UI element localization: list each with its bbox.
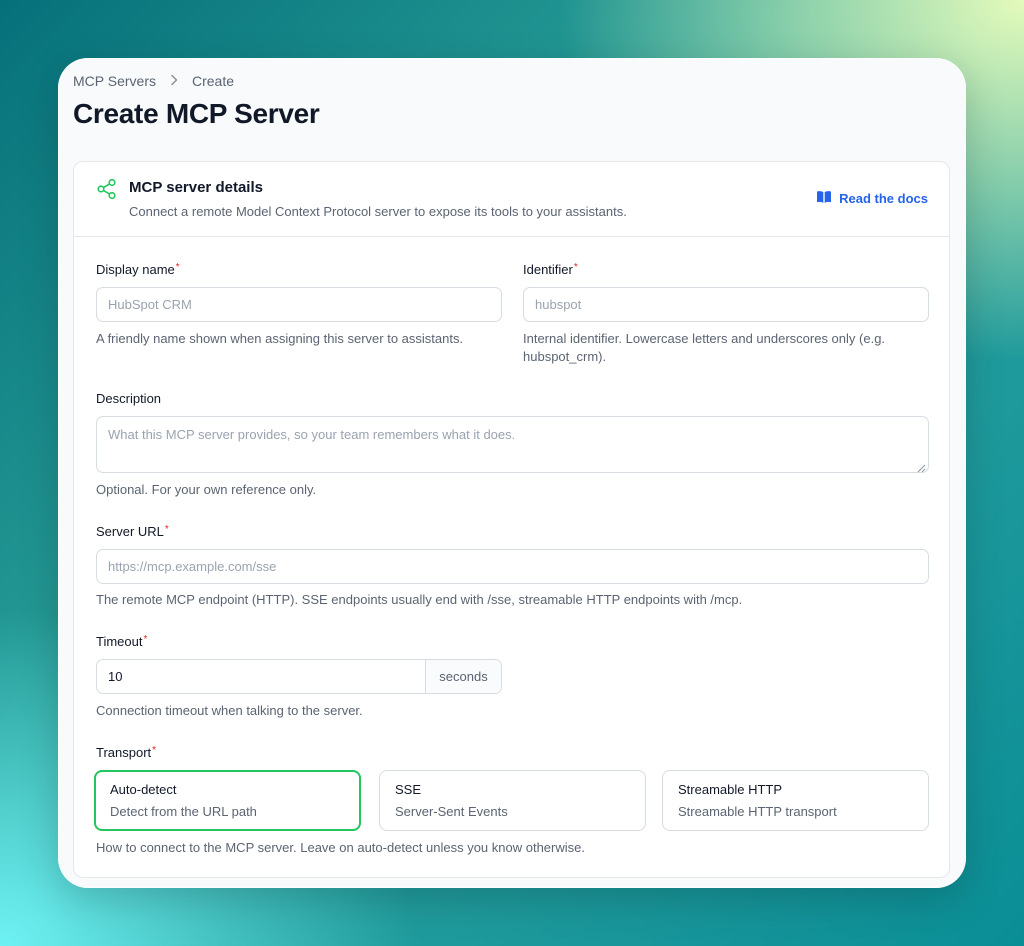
- transport-option-title: Auto-detect: [110, 782, 177, 797]
- read-docs-label: Read the docs: [839, 191, 928, 206]
- transport-option-sse[interactable]: SSE Server-Sent Events: [379, 770, 646, 831]
- timeout-unit-addon: seconds: [425, 660, 501, 693]
- description-placeholder: What this MCP server provides, so your t…: [108, 427, 516, 442]
- transport-option-title: SSE: [395, 782, 422, 797]
- transport-option-title: Streamable HTTP: [678, 782, 783, 797]
- identifier-input[interactable]: hubspot: [523, 287, 929, 322]
- chevron-right-icon: [166, 74, 182, 89]
- description-help: Optional. For your own reference only.: [96, 482, 317, 497]
- card-title: MCP server details: [129, 179, 263, 196]
- resize-handle-icon[interactable]: [917, 461, 926, 473]
- transport-option-description: Server-Sent Events: [395, 804, 508, 819]
- app-window: MCP Servers Create Create MCP Server MCP…: [58, 58, 966, 888]
- required-mark: *: [175, 262, 180, 273]
- breadcrumb-parent-link[interactable]: MCP Servers: [73, 73, 156, 89]
- timeout-input[interactable]: 10: [97, 660, 425, 693]
- server-url-label-text: Server URL: [96, 524, 164, 539]
- identifier-help-line-2: hubspot_crm).: [523, 349, 607, 364]
- server-url-input[interactable]: https://mcp.example.com/sse: [96, 549, 929, 584]
- required-mark: *: [164, 524, 169, 535]
- timeout-input-group: 10 seconds: [96, 659, 502, 694]
- mcp-server-form-card: MCP server details Connect a remote Mode…: [73, 161, 950, 878]
- description-label: Description: [96, 391, 162, 406]
- display-name-help: A friendly name shown when assigning thi…: [96, 331, 464, 346]
- transport-option-streamable-http[interactable]: Streamable HTTP Streamable HTTP transpor…: [662, 770, 929, 831]
- required-mark: *: [143, 634, 148, 645]
- timeout-help: Connection timeout when talking to the s…: [96, 703, 363, 718]
- share-nodes-icon: [96, 178, 118, 200]
- read-docs-link[interactable]: Read the docs: [816, 190, 928, 207]
- required-mark: *: [152, 745, 157, 756]
- display-name-label: Display name*: [96, 262, 180, 277]
- required-mark: *: [573, 262, 578, 273]
- breadcrumb: MCP Servers Create: [73, 73, 234, 89]
- transport-option-auto-detect[interactable]: Auto-detect Detect from the URL path: [94, 770, 361, 831]
- transport-help: How to connect to the MCP server. Leave …: [96, 840, 585, 855]
- description-textarea[interactable]: What this MCP server provides, so your t…: [96, 416, 929, 473]
- book-open-icon: [816, 190, 832, 207]
- page-title: Create MCP Server: [73, 98, 320, 129]
- identifier-label-text: Identifier: [523, 262, 573, 277]
- transport-option-description: Detect from the URL path: [110, 804, 257, 819]
- display-name-input[interactable]: HubSpot CRM: [96, 287, 502, 322]
- card-subtitle: Connect a remote Model Context Protocol …: [129, 204, 627, 219]
- identifier-label: Identifier*: [523, 262, 578, 277]
- identifier-help: Internal identifier. Lowercase letters a…: [523, 330, 885, 366]
- timeout-label: Timeout*: [96, 634, 147, 649]
- timeout-label-text: Timeout: [96, 634, 143, 649]
- identifier-help-line-1: Internal identifier. Lowercase letters a…: [523, 331, 886, 346]
- server-url-label: Server URL*: [96, 524, 169, 539]
- display-name-label-text: Display name: [96, 262, 175, 277]
- transport-option-description: Streamable HTTP transport: [678, 804, 837, 819]
- card-header: MCP server details Connect a remote Mode…: [74, 162, 949, 237]
- transport-label-text: Transport: [96, 745, 152, 760]
- server-url-help: The remote MCP endpoint (HTTP). SSE endp…: [96, 592, 743, 607]
- breadcrumb-current: Create: [191, 73, 235, 89]
- transport-label: Transport*: [96, 745, 156, 760]
